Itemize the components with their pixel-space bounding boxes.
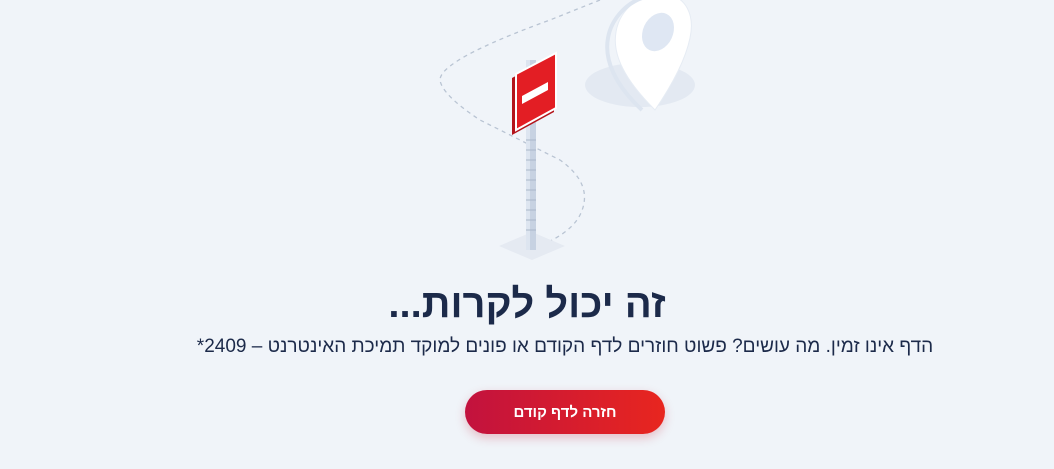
no-entry-sign-illustration — [439, 0, 695, 260]
error-message: הדף אינו זמין. מה עושים? פשוט חוזרים לדף… — [196, 336, 934, 357]
no-entry-sign — [512, 51, 557, 135]
page-title: זה יכול לקרות... — [388, 282, 666, 326]
back-to-previous-page-button[interactable]: חזרה לדף קודם — [465, 390, 665, 434]
error-page: זה יכול לקרות... הדף אינו זמין. מה עושים… — [0, 0, 1054, 469]
